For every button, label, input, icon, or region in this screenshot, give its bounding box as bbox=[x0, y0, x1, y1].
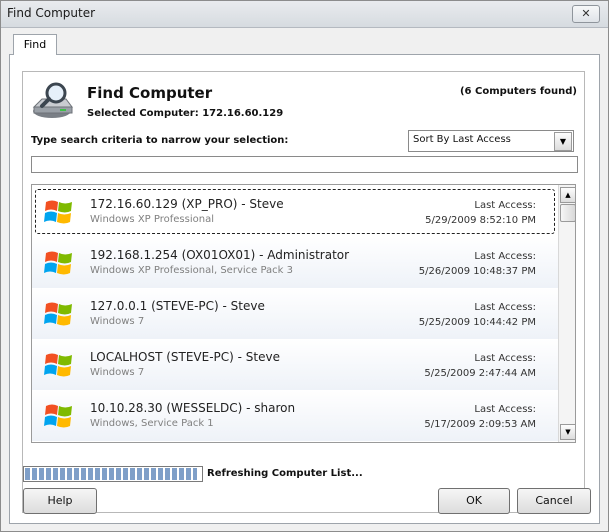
window-title: Find Computer bbox=[7, 6, 96, 20]
computer-name: 127.0.0.1 (STEVE-PC) - Steve bbox=[90, 299, 265, 313]
computer-list-item[interactable]: 172.16.60.129 (XP_PRO) - Steve Windows XP… bbox=[32, 186, 558, 237]
sort-dropdown[interactable]: Sort By Last Access ▼ bbox=[408, 130, 574, 152]
title-bar[interactable]: Find Computer ✕ bbox=[1, 1, 608, 28]
find-computer-panel: Find Computer Selected Computer: 172.16.… bbox=[22, 71, 585, 513]
scroll-thumb[interactable] bbox=[560, 204, 575, 222]
find-tab-panel: Find Computer Selected Computer: 172.16.… bbox=[9, 54, 600, 524]
cancel-button[interactable]: Cancel bbox=[517, 488, 591, 514]
chevron-down-icon[interactable]: ▼ bbox=[554, 132, 572, 151]
last-access-date: 5/26/2009 10:48:37 PM bbox=[418, 266, 536, 277]
windows-logo-icon bbox=[44, 197, 74, 227]
ok-button[interactable]: OK bbox=[438, 488, 510, 514]
selected-computer-label: Selected Computer: 172.16.60.129 bbox=[87, 108, 284, 119]
last-access-label: Last Access: bbox=[474, 251, 536, 262]
computer-list-item[interactable]: 127.0.0.1 (STEVE-PC) - Steve Windows 7 Las… bbox=[32, 288, 558, 339]
scroll-up-icon[interactable]: ▲ bbox=[560, 187, 575, 203]
tab-find[interactable]: Find bbox=[13, 34, 57, 55]
computer-list-item[interactable]: 10.10.28.30 (WESSELDC) - sharon Windows, … bbox=[32, 390, 558, 441]
computers-found-count: (6 Computers found) bbox=[459, 86, 577, 97]
last-access-label: Last Access: bbox=[474, 353, 536, 364]
computer-os: Windows 7 bbox=[90, 316, 145, 327]
computer-name: 192.168.1.254 (OX01OX01) - Administrator bbox=[90, 248, 350, 262]
search-criteria-label: Type search criteria to narrow your sele… bbox=[31, 135, 289, 146]
last-access-date: 5/29/2009 8:52:10 PM bbox=[425, 215, 536, 226]
status-text: Refreshing Computer List... bbox=[207, 468, 363, 479]
find-computer-icon bbox=[32, 82, 73, 118]
close-button[interactable]: ✕ bbox=[572, 5, 600, 23]
page-title: Find Computer bbox=[87, 84, 213, 102]
scroll-down-icon[interactable]: ▼ bbox=[560, 424, 575, 440]
search-input[interactable] bbox=[31, 156, 578, 173]
last-access-label: Last Access: bbox=[474, 302, 536, 313]
computer-list: 172.16.60.129 (XP_PRO) - Steve Windows XP… bbox=[31, 184, 576, 443]
computer-list-item[interactable]: 192.168.1.254 (OX01OX01) - Administrator… bbox=[32, 237, 558, 288]
computer-os: Windows 7 bbox=[90, 367, 145, 378]
last-access-label: Last Access: bbox=[474, 404, 536, 415]
computer-os: Windows, Service Pack 1 bbox=[90, 418, 214, 429]
last-access-label: Last Access: bbox=[474, 200, 536, 211]
windows-logo-icon bbox=[44, 350, 74, 380]
list-scrollbar[interactable]: ▲ ▼ bbox=[558, 185, 575, 442]
last-access-date: 5/25/2009 2:47:44 AM bbox=[424, 368, 536, 379]
computer-os: Windows XP Professional, Service Pack 3 bbox=[90, 265, 294, 276]
windows-logo-icon bbox=[44, 299, 74, 329]
computer-name: 10.10.28.30 (WESSELDC) - sharon bbox=[90, 401, 296, 415]
windows-logo-icon bbox=[44, 248, 74, 278]
computer-name: LOCALHOST (STEVE-PC) - Steve bbox=[90, 350, 280, 364]
windows-logo-icon bbox=[44, 401, 74, 431]
find-computer-window: Find Computer ✕ Find Find Computer Selec… bbox=[0, 0, 609, 532]
last-access-date: 5/17/2009 2:09:53 AM bbox=[424, 419, 536, 430]
progress-fill bbox=[25, 468, 197, 480]
sort-selected-value: Sort By Last Access bbox=[413, 134, 511, 145]
computer-list-item[interactable]: LOCALHOST (STEVE-PC) - Steve Windows 7 Las… bbox=[32, 339, 558, 390]
computer-name: 172.16.60.129 (XP_PRO) - Steve bbox=[90, 197, 284, 211]
last-access-date: 5/25/2009 10:44:42 PM bbox=[418, 317, 536, 328]
refresh-progress-bar bbox=[23, 466, 203, 482]
computer-os: Windows XP Professional bbox=[90, 214, 214, 225]
help-button[interactable]: Help bbox=[23, 488, 97, 514]
